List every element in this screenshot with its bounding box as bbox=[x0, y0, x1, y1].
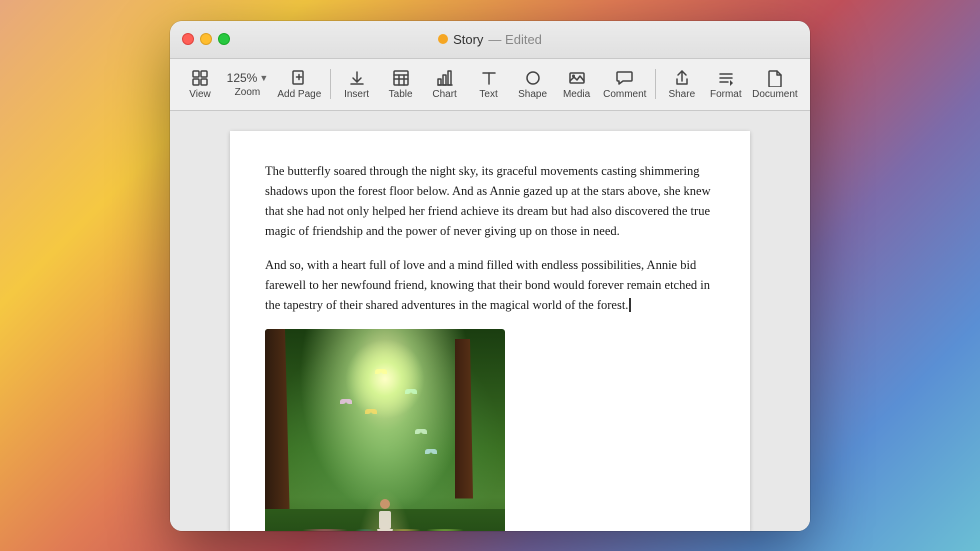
toolbar-table[interactable]: Table bbox=[379, 65, 423, 104]
maximize-button[interactable] bbox=[218, 33, 230, 45]
table-label: Table bbox=[389, 89, 413, 100]
app-window: Story — Edited View 125% ▼ Zoom bbox=[170, 21, 810, 531]
toolbar-text[interactable]: Text bbox=[467, 65, 511, 104]
shape-icon bbox=[524, 69, 542, 87]
text-icon bbox=[480, 69, 498, 87]
document-page: The butterfly soared through the night s… bbox=[230, 131, 750, 531]
toolbar-shape[interactable]: Shape bbox=[511, 65, 555, 104]
figure-skirt bbox=[377, 529, 393, 531]
text-label: Text bbox=[479, 89, 497, 100]
traffic-lights bbox=[182, 33, 230, 45]
document-image[interactable] bbox=[265, 329, 715, 531]
toolbar: View 125% ▼ Zoom Add Page Inser bbox=[170, 59, 810, 111]
girl-figure bbox=[375, 499, 395, 531]
butterfly-6 bbox=[425, 449, 437, 457]
share-icon bbox=[673, 69, 691, 87]
insert-icon bbox=[348, 69, 366, 87]
toolbar-insert[interactable]: Insert bbox=[335, 65, 379, 104]
paragraph-2: And so, with a heart full of love and a … bbox=[265, 255, 715, 315]
insert-label: Insert bbox=[344, 89, 369, 100]
view-label: View bbox=[189, 89, 211, 100]
format-icon bbox=[717, 69, 735, 87]
document-label: Document bbox=[752, 89, 798, 100]
zoom-chevron-icon: ▼ bbox=[259, 73, 268, 83]
document-title: Story bbox=[453, 32, 483, 47]
view-icon bbox=[191, 69, 209, 87]
window-title: Story — Edited bbox=[438, 32, 542, 47]
add-page-icon bbox=[290, 69, 308, 87]
shape-label: Shape bbox=[518, 89, 547, 100]
close-button[interactable] bbox=[182, 33, 194, 45]
zoom-label: Zoom bbox=[235, 87, 261, 98]
share-label: Share bbox=[668, 89, 695, 100]
toolbar-share[interactable]: Share bbox=[660, 65, 704, 104]
table-icon bbox=[392, 69, 410, 87]
media-icon bbox=[568, 69, 586, 87]
chart-icon bbox=[436, 69, 454, 87]
butterfly-1 bbox=[375, 369, 387, 377]
toolbar-sep-2 bbox=[655, 69, 656, 99]
butterfly-5 bbox=[340, 399, 352, 407]
toolbar-zoom[interactable]: 125% ▼ Zoom bbox=[222, 67, 273, 102]
toolbar-sep-1 bbox=[330, 69, 331, 99]
toolbar-view[interactable]: View bbox=[178, 65, 222, 104]
butterfly-4 bbox=[415, 429, 427, 437]
media-label: Media bbox=[563, 89, 590, 100]
figure-body bbox=[379, 511, 391, 529]
document-status: — Edited bbox=[488, 32, 542, 47]
forest-glow bbox=[345, 339, 425, 419]
text-cursor bbox=[629, 298, 631, 312]
comment-icon bbox=[616, 69, 634, 87]
title-dot-icon bbox=[438, 34, 448, 44]
toolbar-media[interactable]: Media bbox=[555, 65, 599, 104]
toolbar-format[interactable]: Format bbox=[704, 65, 748, 104]
document-area[interactable]: The butterfly soared through the night s… bbox=[170, 111, 810, 531]
chart-label: Chart bbox=[432, 89, 456, 100]
toolbar-chart[interactable]: Chart bbox=[423, 65, 467, 104]
add-page-label: Add Page bbox=[277, 89, 321, 100]
format-label: Format bbox=[710, 89, 742, 100]
butterfly-3 bbox=[365, 409, 377, 417]
comment-label: Comment bbox=[603, 89, 646, 100]
document-icon bbox=[766, 69, 784, 87]
toolbar-document[interactable]: Document bbox=[748, 65, 802, 104]
minimize-button[interactable] bbox=[200, 33, 212, 45]
toolbar-add-page[interactable]: Add Page bbox=[273, 65, 326, 104]
title-bar: Story — Edited bbox=[170, 21, 810, 59]
paragraph-1: The butterfly soared through the night s… bbox=[265, 161, 715, 241]
zoom-value-text: 125% bbox=[227, 71, 258, 85]
forest-illustration bbox=[265, 329, 505, 531]
butterfly-2 bbox=[405, 389, 417, 397]
figure-head bbox=[380, 499, 390, 509]
toolbar-comment[interactable]: Comment bbox=[599, 65, 651, 104]
